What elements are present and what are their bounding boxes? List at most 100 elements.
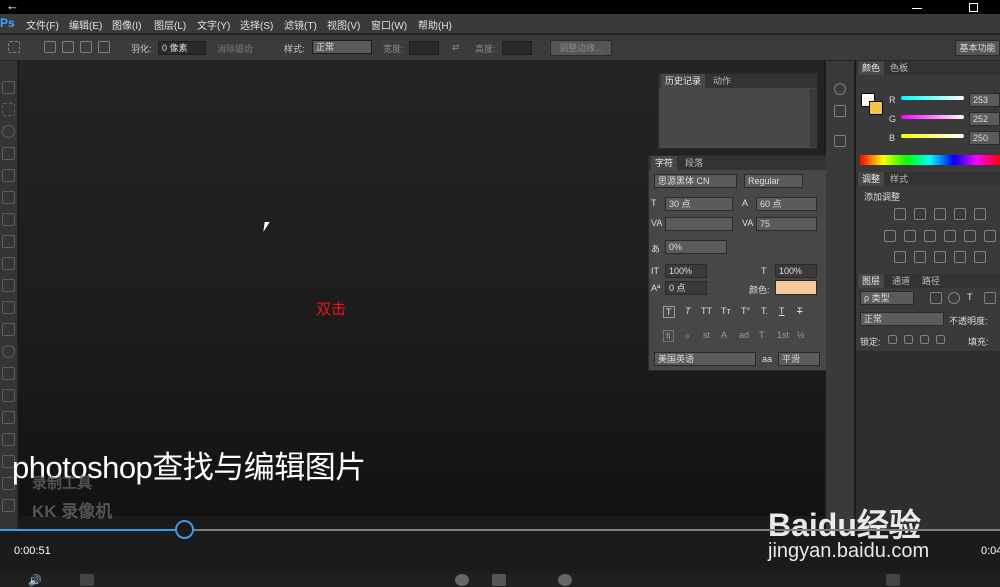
lock-transparency-icon[interactable]: [888, 335, 897, 344]
black-white-icon[interactable]: [924, 230, 936, 242]
r-slider[interactable]: [901, 96, 964, 100]
vertical-scale-input[interactable]: 100%: [665, 264, 707, 278]
posterize-icon[interactable]: [914, 251, 926, 263]
filter-shape-icon[interactable]: [984, 292, 996, 304]
text-color-swatch[interactable]: [775, 280, 817, 295]
menu-select[interactable]: 选择(S): [240, 17, 273, 32]
subscript-icon[interactable]: T.: [761, 306, 768, 316]
font-family-select[interactable]: 思源黑体 CN: [654, 174, 737, 188]
faux-bold-icon[interactable]: T: [663, 306, 675, 318]
style-select[interactable]: 正常: [312, 40, 372, 54]
tab-paragraph[interactable]: 段落: [681, 156, 707, 170]
lock-pixels-icon[interactable]: [904, 335, 913, 344]
channel-mixer-icon[interactable]: [964, 230, 976, 242]
menu-filter[interactable]: 滤镜(T): [284, 17, 317, 32]
color-lookup-icon[interactable]: [984, 230, 996, 242]
tab-channels[interactable]: 通道: [888, 274, 914, 288]
g-input[interactable]: 252: [969, 112, 1000, 126]
ordinals-icon[interactable]: 1st: [777, 330, 789, 340]
g-slider[interactable]: [901, 115, 964, 119]
history-brush-tool-icon[interactable]: [2, 279, 15, 292]
volume-icon[interactable]: 🔊: [28, 574, 42, 587]
navigator-icon[interactable]: [834, 83, 846, 95]
marquee-tool-icon[interactable]: [2, 103, 15, 116]
progress-handle[interactable]: [174, 520, 194, 539]
levels-icon[interactable]: [914, 208, 926, 220]
type-tool-icon[interactable]: [2, 411, 15, 424]
back-arrow-icon[interactable]: ←: [6, 0, 19, 13]
subtract-selection-icon[interactable]: [80, 41, 92, 53]
menu-help[interactable]: 帮助(H): [418, 17, 452, 32]
filter-pixel-icon[interactable]: [930, 292, 942, 304]
layer-filter-select[interactable]: ρ 类型: [860, 291, 914, 305]
ornaments-icon[interactable]: T: [759, 330, 765, 340]
magic-wand-tool-icon[interactable]: [2, 147, 15, 160]
intersect-selection-icon[interactable]: [98, 41, 110, 53]
eraser-tool-icon[interactable]: [2, 301, 15, 314]
r-input[interactable]: 253: [969, 93, 1000, 107]
faux-italic-icon[interactable]: T: [685, 306, 691, 316]
crop-tool-icon[interactable]: [2, 169, 15, 182]
tab-history[interactable]: 历史记录: [661, 74, 706, 88]
exposure-icon[interactable]: [954, 208, 966, 220]
filter-adjustment-icon[interactable]: [948, 292, 960, 304]
gradient-tool-icon[interactable]: [2, 323, 15, 336]
gradient-map-icon[interactable]: [954, 251, 966, 263]
underline-icon[interactable]: T: [779, 306, 785, 316]
photo-filter-icon[interactable]: [944, 230, 956, 242]
horizontal-scale-input[interactable]: 100%: [775, 264, 817, 278]
feather-input[interactable]: 0 像素: [158, 41, 206, 55]
tab-styles[interactable]: 样式: [886, 172, 912, 186]
menu-file[interactable]: 文件(F): [26, 17, 59, 32]
all-caps-icon[interactable]: TT: [701, 306, 712, 316]
history-scrollbar[interactable]: [810, 89, 817, 147]
tab-character[interactable]: 字符: [651, 156, 678, 170]
background-color-swatch[interactable]: [869, 101, 883, 115]
invert-icon[interactable]: [894, 251, 906, 263]
play-icon[interactable]: [492, 574, 506, 586]
menu-image[interactable]: 图像(I): [112, 17, 141, 32]
fullscreen-icon[interactable]: [886, 574, 900, 586]
ligatures-icon[interactable]: fi: [663, 330, 674, 342]
blend-mode-select[interactable]: 正常: [860, 312, 944, 326]
rewind-icon[interactable]: [455, 574, 469, 586]
fractions-icon[interactable]: ½: [797, 330, 805, 340]
old-style-icon[interactable]: ℴ: [685, 330, 689, 341]
marquee-tool-icon[interactable]: [8, 41, 20, 53]
menu-type[interactable]: 文字(Y): [197, 17, 230, 32]
superscript-icon[interactable]: T°: [741, 306, 750, 316]
small-caps-icon[interactable]: Tт: [721, 306, 731, 316]
zoom-tool-icon[interactable]: [2, 499, 15, 512]
blur-tool-icon[interactable]: [2, 345, 15, 358]
titling-icon[interactable]: ad: [739, 330, 749, 340]
stamp-tool-icon[interactable]: [2, 257, 15, 270]
height-input[interactable]: [502, 41, 532, 55]
tsume-input[interactable]: 0%: [665, 240, 727, 254]
b-input[interactable]: 250: [969, 131, 1000, 145]
minimize-icon[interactable]: [912, 1, 922, 9]
alternates-icon[interactable]: A: [721, 330, 727, 340]
tab-swatches[interactable]: 色板: [886, 61, 912, 75]
histogram-icon[interactable]: [834, 105, 846, 117]
color-balance-icon[interactable]: [904, 230, 916, 242]
font-style-select[interactable]: Regular: [744, 174, 803, 188]
maximize-icon[interactable]: [969, 3, 978, 12]
tab-adjustments[interactable]: 调整: [858, 172, 885, 186]
add-selection-icon[interactable]: [62, 41, 74, 53]
curves-icon[interactable]: [934, 208, 946, 220]
eyedropper-tool-icon[interactable]: [2, 191, 15, 204]
healing-tool-icon[interactable]: [2, 213, 15, 226]
hue-saturation-icon[interactable]: [884, 230, 896, 242]
swash-icon[interactable]: st: [703, 330, 710, 340]
leading-input[interactable]: 60 点: [756, 197, 817, 211]
selective-color-icon[interactable]: [974, 251, 986, 263]
swap-icon[interactable]: ⇄: [452, 42, 460, 53]
b-slider[interactable]: [901, 134, 964, 138]
info-icon[interactable]: [834, 135, 846, 147]
refine-edge-button[interactable]: 调整边缘...: [550, 40, 612, 56]
menu-edit[interactable]: 编辑(E): [69, 17, 102, 32]
antialias-checkbox[interactable]: 消除锯齿: [217, 42, 253, 55]
baseline-input[interactable]: 0 点: [665, 281, 707, 295]
subtitles-icon[interactable]: [80, 574, 94, 586]
kerning-input[interactable]: [665, 217, 733, 231]
